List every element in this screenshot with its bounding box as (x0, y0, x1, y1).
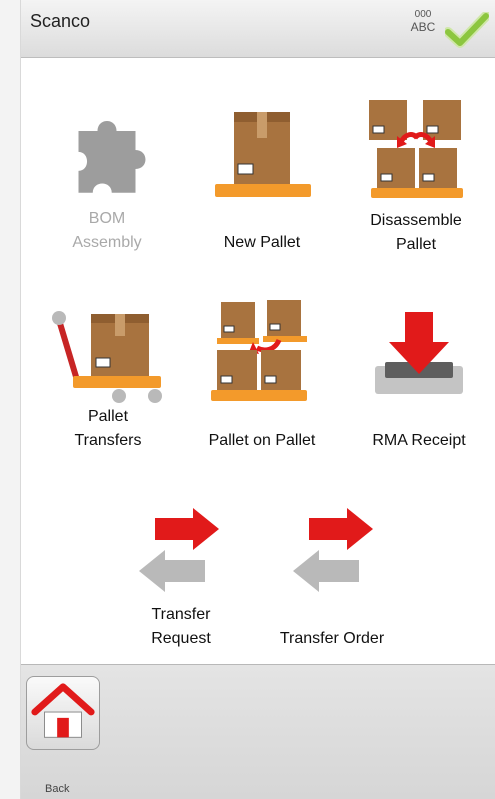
transfer-request-line2: Request (151, 630, 211, 647)
transfer-arrows-icon (293, 508, 373, 592)
bom-assembly-line2: Assembly (72, 234, 142, 251)
pallet-on-pallet-tile[interactable]: Pallet on Pallet (187, 300, 337, 458)
bottom-toolbar: Back (21, 664, 495, 799)
pallet-on-pallet-icon (211, 300, 307, 401)
disassemble-pallet-tile[interactable]: Disassemble Pallet (351, 98, 481, 262)
bom-assembly-line1: BOM (88, 210, 126, 227)
transfer-order-label: Transfer Order (279, 630, 385, 647)
home-button[interactable] (26, 676, 100, 750)
puzzle-piece-icon (78, 121, 146, 193)
app-title: Scanco (30, 11, 91, 31)
left-margin (0, 0, 20, 799)
header-bar: Scanco 000 ABC (21, 0, 495, 58)
disassemble-pallet-line1: Disassemble (370, 212, 462, 229)
hand-truck-icon (52, 311, 162, 403)
transfer-request-line1: Transfer (151, 606, 211, 623)
bom-assembly-tile[interactable]: BOM Assembly (49, 112, 165, 262)
transfer-order-tile[interactable]: Transfer Order (257, 504, 407, 654)
status-code: 000 ABC (405, 8, 441, 34)
pallet-transfers-line1: Pallet (87, 408, 129, 425)
disassemble-pallet-line2: Pallet (395, 236, 437, 253)
inbox-download-icon (375, 312, 463, 394)
status-code-line2: ABC (410, 20, 436, 34)
new-pallet-tile[interactable]: New Pallet (197, 112, 327, 262)
pallet-on-pallet-label: Pallet on Pallet (208, 432, 316, 449)
transfer-request-tile[interactable]: Transfer Request (121, 504, 241, 654)
transfer-arrows-icon (139, 508, 219, 592)
rma-receipt-label: RMA Receipt (372, 432, 466, 449)
disassemble-pallet-icon (369, 100, 463, 198)
pallet-transfers-line2: Transfers (74, 432, 142, 449)
new-pallet-label: New Pallet (223, 234, 301, 251)
check-icon[interactable] (445, 12, 489, 50)
pallet-box-icon (215, 112, 311, 197)
pallet-transfers-tile[interactable]: Pallet Transfers (43, 300, 173, 458)
home-icon (31, 683, 95, 738)
back-label: Back (45, 783, 70, 795)
app-window: Scanco 000 ABC BOM Assembly New Pallet D… (20, 0, 495, 799)
screen: Scanco 000 ABC BOM Assembly New Pallet D… (0, 0, 495, 799)
rma-receipt-tile[interactable]: RMA Receipt (349, 310, 489, 458)
